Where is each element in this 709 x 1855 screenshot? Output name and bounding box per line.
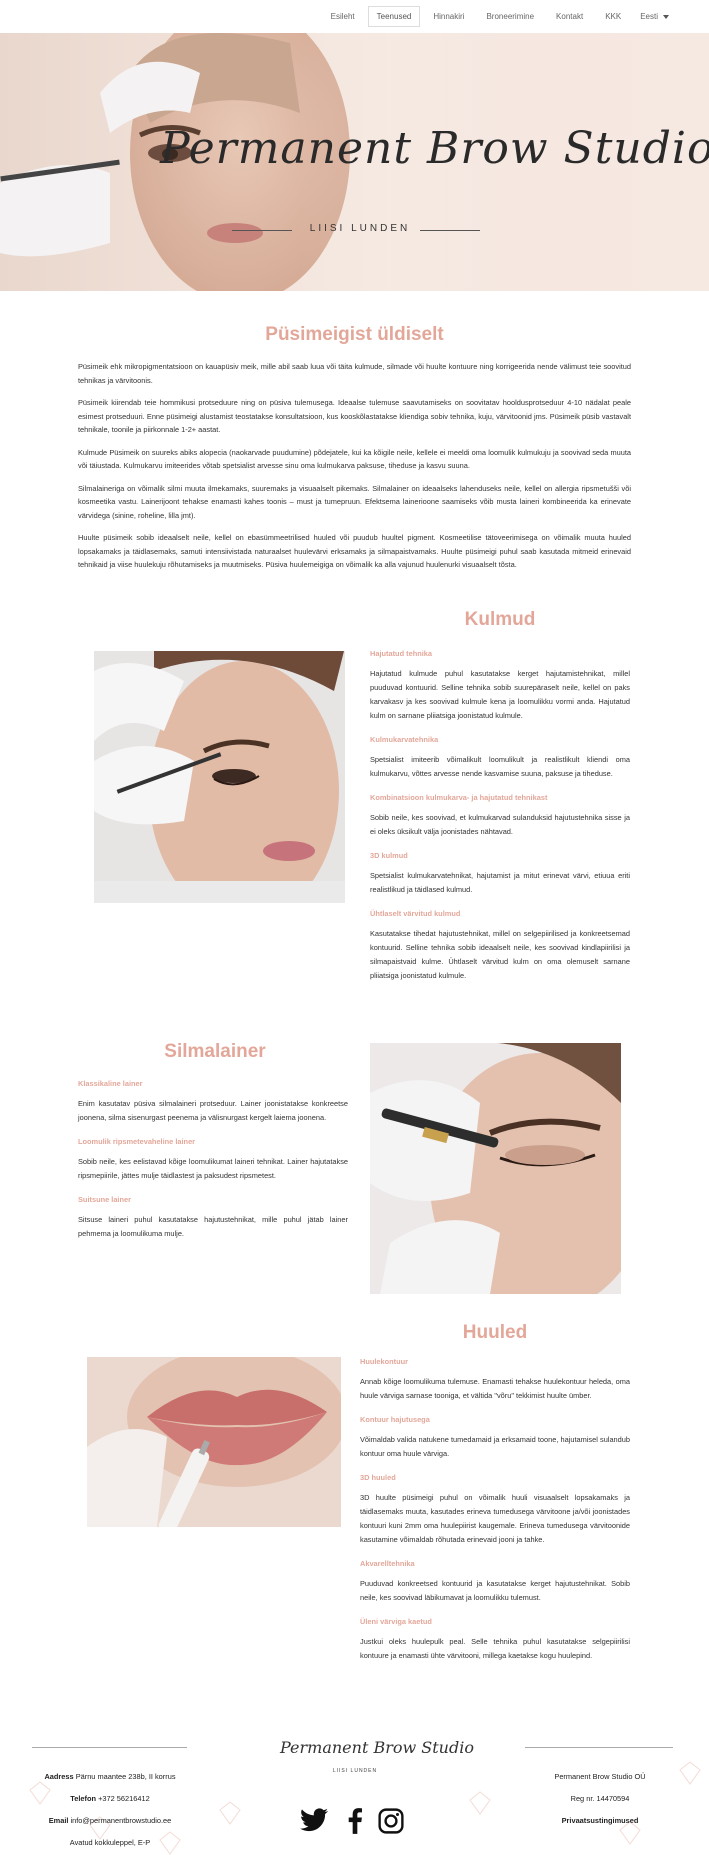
hero-subtitle: LIISI LUNDEN <box>309 223 411 234</box>
footer-logo-subtitle: LIISI LUNDEN <box>332 1768 378 1774</box>
liner-technique-heading: Loomulik ripsmetevaheline lainer <box>78 1137 196 1146</box>
lips-technique-heading: Kontuur hajutusega <box>360 1415 430 1424</box>
footer-contact: Aadress Pärnu maantee 238b, II korrus Te… <box>20 1768 200 1852</box>
brows-technique-text: Spetsialist kulmukarvatehnikat, hajutami… <box>370 871 630 894</box>
nav-item-kontakt[interactable]: Kontakt <box>547 6 592 27</box>
liner-technique-heading: Klassikaline lainer <box>78 1079 143 1088</box>
nav-item-kkk[interactable]: KKK <box>596 6 630 27</box>
email-value[interactable]: info@permanentbrowstudio.ee <box>71 1816 172 1825</box>
liner-technique-text: Sobib neile, kes eelistavad kõige loomul… <box>78 1157 348 1180</box>
twitter-icon[interactable] <box>300 1808 328 1832</box>
language-selector[interactable]: Eesti <box>634 7 675 26</box>
hero-line-left <box>232 230 292 231</box>
address-value: Pärnu maantee 238b, II korrus <box>75 1772 176 1781</box>
instagram-icon[interactable] <box>378 1808 404 1834</box>
privacy-link[interactable]: Privaatsustingimused <box>510 1812 690 1830</box>
intro-paragraph: Huulte püsimeik sobib ideaalselt neile, … <box>78 533 631 569</box>
language-label: Eesti <box>640 12 658 21</box>
email-label: Email <box>48 1816 69 1825</box>
lips-technique-text: Annab kõige loomulikuma tulemuse. Enamas… <box>360 1377 630 1400</box>
lips-technique-heading: Üleni värviga kaetud <box>360 1617 432 1626</box>
company-reg: Reg nr. 14470594 <box>570 1794 630 1803</box>
liner-technique-text: Enim kasutatav püsiva silmalaineri prots… <box>78 1099 348 1122</box>
lips-technique-heading: Akvarelltehnika <box>360 1559 415 1568</box>
brows-technique-text: Sobib neile, kes soovivad, et kulmukarva… <box>370 813 630 836</box>
phone-label: Telefon <box>70 1794 97 1803</box>
hero-banner: Permanent Brow Studio LIISI LUNDEN <box>0 33 709 291</box>
page: Esileht Teenused Hinnakiri Broneerimine Kont… <box>0 0 709 1855</box>
brows-technique-heading: Kombinatsioon kulmukarva- ja hajutatud t… <box>370 793 548 802</box>
brows-list: Hajutatud tehnika Hajutatud kulmude puhul… <box>370 649 630 983</box>
intro-title: Püsimeigist üldiselt <box>265 324 444 345</box>
lips-list: Huulekontuur Annab kõige loomulikuma tule… <box>360 1357 630 1663</box>
lips-technique-heading: Huulekontuur <box>360 1357 409 1366</box>
brows-title: Kulmud <box>464 609 536 630</box>
footer-company: Permanent Brow Studio OÜ Reg nr. 1447059… <box>510 1768 690 1830</box>
lips-technique-text: 3D huulte püsimeigi puhul on võimalik hu… <box>360 1493 630 1544</box>
liner-technique-heading: Suitsune lainer <box>78 1195 131 1204</box>
brows-technique-text: Spetsialist imiteerib võimalikult loomul… <box>370 755 630 778</box>
nav-item-broneerimine[interactable]: Broneerimine <box>477 6 543 27</box>
top-nav: Esileht Teenused Hinnakiri Broneerimine Kont… <box>0 0 709 33</box>
liner-title: Silmalainer <box>164 1041 266 1062</box>
brows-technique-heading: Kulmukarvatehnika <box>370 735 439 744</box>
footer-logo: Permanent Brow Studio <box>280 1738 474 1757</box>
intro-paragraph: Silmalaineriga on võimalik silmi muuta i… <box>78 483 631 520</box>
footer-line-right <box>525 1747 673 1748</box>
opening-hours: Avatud kokkuleppel, E-P <box>69 1838 151 1847</box>
nav-item-teenused[interactable]: Teenused <box>367 6 421 27</box>
lips-title: Huuled <box>462 1322 528 1343</box>
liner-list: Klassikaline lainer Enim kasutatav püsiva… <box>78 1079 348 1241</box>
intro-text: Püsimeik ehk mikropigmentatsioon on kaua… <box>78 360 631 581</box>
liner-technique-text: Sitsuse laineri puhul kasutatakse hajutu… <box>78 1215 348 1238</box>
lips-technique-text: Justkui oleks huulepulk peal. Selle tehn… <box>360 1637 630 1660</box>
phone-value[interactable]: +372 56216412 <box>98 1794 150 1803</box>
brows-photo <box>94 651 345 903</box>
liner-photo <box>370 1043 621 1294</box>
brows-technique-heading: 3D kulmud <box>370 851 408 860</box>
address-label: Aadress <box>44 1772 74 1781</box>
intro-paragraph: Kulmude Püsimeik on suureks abiks alopec… <box>78 447 631 471</box>
footer: Permanent Brow Studio LIISI LUNDEN Aadre… <box>0 1730 709 1855</box>
brows-technique-heading: Ühtlaselt värvitud kulmud <box>370 909 461 918</box>
lips-technique-heading: 3D huuled <box>360 1473 396 1482</box>
chevron-down-icon <box>663 14 669 19</box>
intro-paragraph: Püsimeik kiirendab teie hommikusi protse… <box>78 398 631 434</box>
nav-item-esileht[interactable]: Esileht <box>322 6 364 27</box>
brows-technique-text: Hajutatud kulmude puhul kasutatakse kerg… <box>370 669 630 720</box>
hero-title: Permanent Brow Studio <box>160 123 709 174</box>
lips-technique-text: Puuduvad konkreetsed kontuurid ja kasuta… <box>360 1579 630 1602</box>
intro-paragraph: Püsimeik ehk mikropigmentatsioon on kaua… <box>78 362 631 385</box>
company-name: Permanent Brow Studio OÜ <box>554 1772 646 1781</box>
lips-photo <box>87 1357 341 1527</box>
facebook-icon[interactable] <box>348 1808 362 1834</box>
brows-technique-text: Kasutatakse tihedat hajutustehnikat, mil… <box>370 929 630 980</box>
hero-line-right <box>420 230 480 231</box>
brows-technique-heading: Hajutatud tehnika <box>370 649 433 658</box>
nav-item-hinnakiri[interactable]: Hinnakiri <box>424 6 473 27</box>
lips-technique-text: Võimaldab valida natukene tumedamaid ja … <box>360 1435 630 1458</box>
footer-line-left <box>32 1747 187 1748</box>
